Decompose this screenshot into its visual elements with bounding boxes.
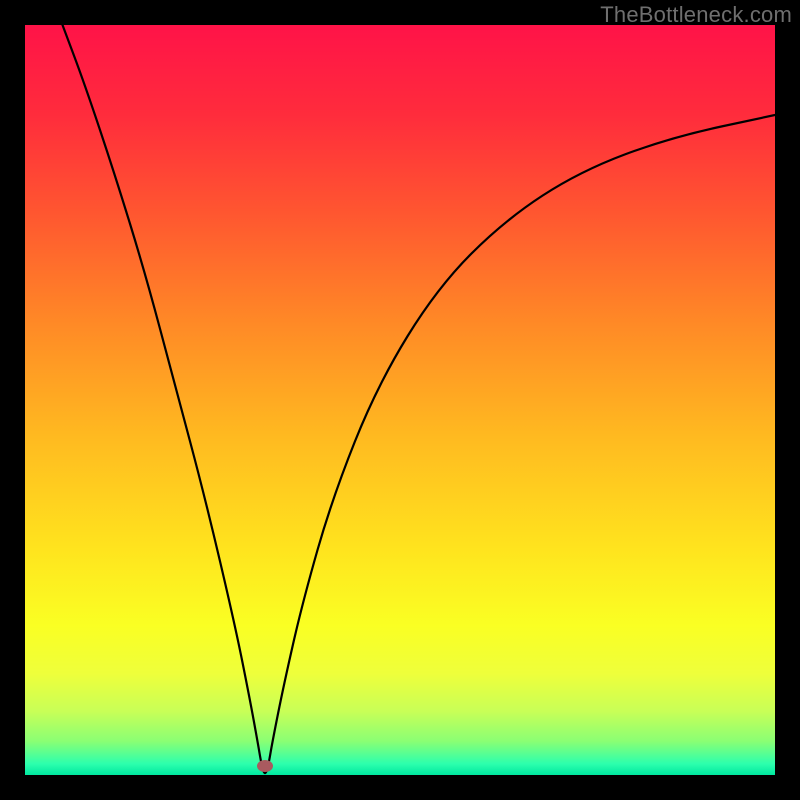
notch-marker <box>257 760 273 772</box>
chart-frame: TheBottleneck.com <box>0 0 800 800</box>
curve-line <box>25 25 775 775</box>
plot-area <box>25 25 775 775</box>
